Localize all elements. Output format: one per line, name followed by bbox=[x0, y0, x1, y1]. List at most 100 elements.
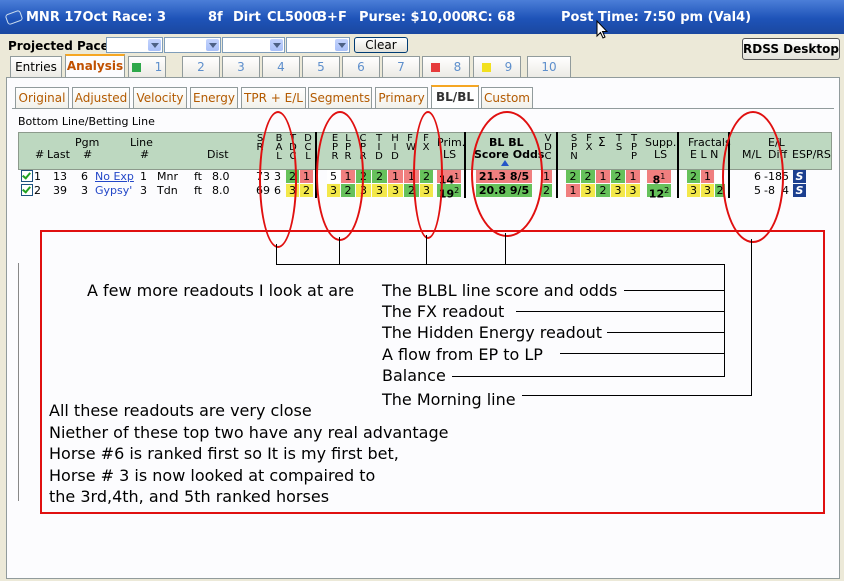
row-checkbox[interactable] bbox=[21, 170, 33, 182]
annotation-item: The Morning line bbox=[382, 390, 516, 409]
tab-entries[interactable]: Entries bbox=[10, 56, 62, 77]
col-line-sub: # bbox=[140, 148, 150, 161]
post-time: Post Time: 7:50 pm (Val4) bbox=[561, 10, 752, 25]
title-bar: MNR 17Oct Race: 3 8f Dirt CL5000 3+F Pur… bbox=[0, 0, 844, 39]
tab-horse-2[interactable]: 2 bbox=[182, 56, 220, 77]
tab-horse-4[interactable]: 4 bbox=[262, 56, 300, 77]
col-supp: Supp. bbox=[645, 136, 677, 149]
annotation-item: The Hidden Energy readout bbox=[382, 323, 603, 342]
annotation-note: All these readouts are very close bbox=[49, 401, 312, 420]
projected-pace-label: Projected Pace: bbox=[8, 39, 114, 53]
tab-horse-7[interactable]: 7 bbox=[382, 56, 420, 77]
connector-line bbox=[751, 239, 752, 395]
pace-dropdown-1[interactable] bbox=[106, 37, 163, 53]
highlight-ellipse-bal bbox=[259, 111, 297, 248]
row-tid: 2 bbox=[372, 170, 387, 183]
app-icon bbox=[4, 9, 24, 26]
col-spn: SPN bbox=[570, 133, 578, 162]
row-hid: 3 bbox=[388, 184, 403, 197]
annotation-item: The FX readout bbox=[382, 302, 505, 321]
mouse-cursor-icon bbox=[596, 20, 608, 39]
annotation-note: Horse # 3 is now looked at compaired to bbox=[49, 466, 376, 485]
connector-line bbox=[339, 237, 340, 264]
tab-horse-10[interactable]: 10 bbox=[527, 56, 571, 77]
subtab-velocity[interactable]: Velocity bbox=[133, 87, 187, 108]
tab-horse-5[interactable]: 5 bbox=[302, 56, 340, 77]
col-ts: TS bbox=[615, 133, 623, 153]
row-fractal-l: 1 bbox=[701, 170, 714, 183]
divider bbox=[18, 263, 19, 501]
col-vdc: VDC bbox=[544, 133, 552, 162]
col-line: Line bbox=[130, 136, 153, 149]
clear-button[interactable]: Clear bbox=[354, 37, 408, 53]
tab-horse-9[interactable]: 9 bbox=[473, 56, 521, 77]
row-fractal-l: 3 bbox=[701, 184, 714, 197]
col-fractals: Fractals bbox=[688, 136, 731, 149]
row-sigma: 2 bbox=[596, 184, 610, 197]
connector-line bbox=[505, 233, 506, 264]
col-esprs: ESP/RS bbox=[792, 148, 831, 161]
col-fractals-sub: E L N bbox=[690, 148, 719, 161]
subtab-tpr-el[interactable]: TPR + E/L bbox=[241, 87, 306, 108]
row-last: 13 bbox=[53, 170, 67, 183]
row-dcl: 2 bbox=[300, 184, 313, 197]
row-dist: 8.0 bbox=[212, 170, 230, 183]
row-code: Mnr bbox=[157, 170, 178, 183]
window-title: MNR 17Oct Race: 3 bbox=[26, 10, 167, 25]
connector-line bbox=[276, 244, 277, 264]
color-swatch bbox=[481, 63, 491, 72]
row-tid: 3 bbox=[372, 184, 387, 197]
connector-line bbox=[516, 311, 724, 312]
subtab-energy[interactable]: Energy bbox=[190, 87, 238, 108]
divider bbox=[12, 108, 834, 109]
annotation-note: Horse #6 is ranked first so It is my fir… bbox=[49, 444, 399, 463]
horse-name-link[interactable]: No Exp bbox=[95, 170, 134, 183]
col-prim-sub: LS bbox=[443, 148, 457, 161]
row-pgm: 6 bbox=[81, 170, 88, 183]
col-fx2: FX bbox=[585, 133, 593, 153]
race-distance: 8f bbox=[208, 10, 223, 25]
col-tid: TID bbox=[375, 133, 383, 162]
connector-line bbox=[276, 264, 725, 265]
connector-line bbox=[724, 264, 725, 377]
connector-line bbox=[624, 290, 724, 291]
race-purse: Purse: $10,000 bbox=[359, 10, 470, 25]
rdss-desktop-button[interactable]: RDSS Desktop bbox=[742, 38, 840, 60]
col-dist: Dist bbox=[207, 148, 229, 161]
row-tpp: 1 bbox=[626, 170, 640, 183]
subtab-blbl[interactable]: BL/BL bbox=[431, 85, 479, 108]
pace-dropdown-3[interactable] bbox=[222, 37, 285, 53]
subtab-segments[interactable]: Segments bbox=[308, 87, 372, 108]
subtab-adjusted[interactable]: Adjusted bbox=[72, 87, 130, 108]
subtab-original[interactable]: Original bbox=[15, 87, 69, 108]
highlight-ellipse-blbl bbox=[471, 111, 543, 237]
chevron-down-icon bbox=[206, 39, 219, 51]
annotation-note: the 3rd,4th, and 5th ranked horses bbox=[49, 487, 330, 506]
pace-dropdown-2[interactable] bbox=[164, 37, 221, 53]
tab-horse-1[interactable]: 1 bbox=[128, 56, 166, 77]
row-fractal-e: 2 bbox=[687, 170, 700, 183]
connector-line bbox=[607, 332, 724, 333]
tab-analysis[interactable]: Analysis bbox=[65, 54, 125, 77]
col-pgm-sub: # bbox=[83, 148, 93, 161]
row-line: 1 bbox=[140, 170, 147, 183]
subtab-primary[interactable]: Primary bbox=[375, 87, 428, 108]
connector-line bbox=[522, 395, 752, 396]
tab-horse-6[interactable]: 6 bbox=[342, 56, 380, 77]
row-num: 1 bbox=[34, 170, 41, 183]
row-checkbox[interactable] bbox=[21, 184, 33, 196]
row-dist-unit: ft bbox=[194, 170, 202, 183]
row-hid: 1 bbox=[388, 170, 403, 183]
color-swatch bbox=[131, 63, 141, 72]
col-supp-sub: LS bbox=[654, 148, 668, 161]
tab-horse-3[interactable]: 3 bbox=[222, 56, 260, 77]
tab-horse-8[interactable]: 8 bbox=[422, 56, 470, 77]
connector-line bbox=[452, 376, 724, 377]
subtab-custom[interactable]: Custom bbox=[481, 87, 533, 108]
pace-dropdown-4[interactable] bbox=[286, 37, 350, 53]
col-num: # bbox=[35, 148, 45, 161]
row-fx2: 3 bbox=[581, 184, 595, 197]
horse-name-link[interactable]: Gypsy' bbox=[95, 184, 132, 197]
row-ts: 2 bbox=[611, 170, 625, 183]
race-class: CL5000 bbox=[267, 10, 322, 25]
